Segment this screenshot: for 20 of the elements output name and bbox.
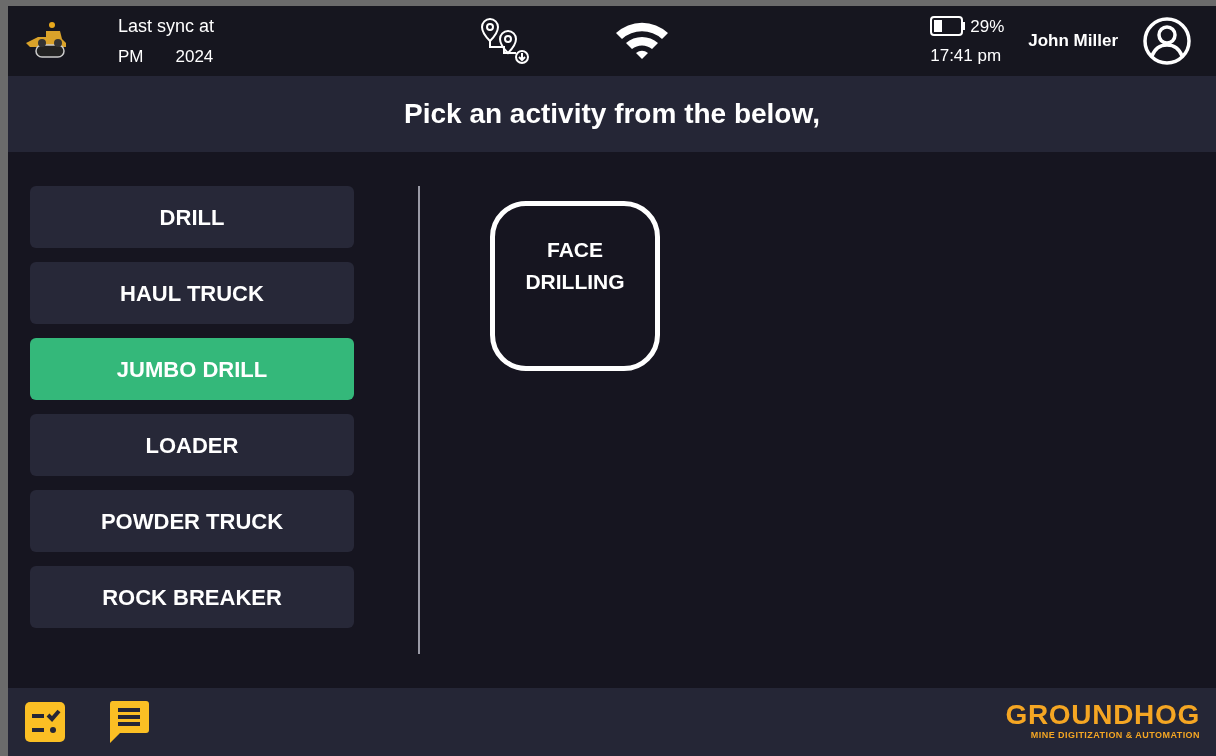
equipment-button[interactable]: LOADER (30, 414, 354, 476)
wifi-icon (614, 21, 670, 61)
equipment-button[interactable]: ROCK BREAKER (30, 566, 354, 628)
user-name: John Miller (1028, 30, 1118, 53)
battery-percent: 29% (970, 15, 1005, 38)
sync-time: PM (118, 45, 144, 68)
activity-tile[interactable]: FACE DRILLING (490, 201, 660, 371)
equipment-button[interactable]: POWDER TRUCK (30, 490, 354, 552)
checklist-icon[interactable] (24, 701, 66, 743)
clock-time: 17:41 pm (930, 45, 1002, 67)
user-avatar-icon[interactable] (1142, 16, 1192, 66)
sync-label: Last sync at (118, 14, 216, 38)
equipment-button[interactable]: DRILL (30, 186, 354, 248)
brand-logo: GROUNDHOG (1005, 701, 1200, 730)
equipment-button[interactable]: HAUL TRUCK (30, 262, 354, 324)
message-icon[interactable] (108, 700, 150, 744)
sync-year: 2024 (175, 45, 214, 68)
battery-icon (930, 16, 967, 37)
page-title: Pick an activity from the below, (404, 97, 820, 131)
brand-tagline: MINE DIGITIZATION & AUTOMATION (1030, 729, 1200, 743)
